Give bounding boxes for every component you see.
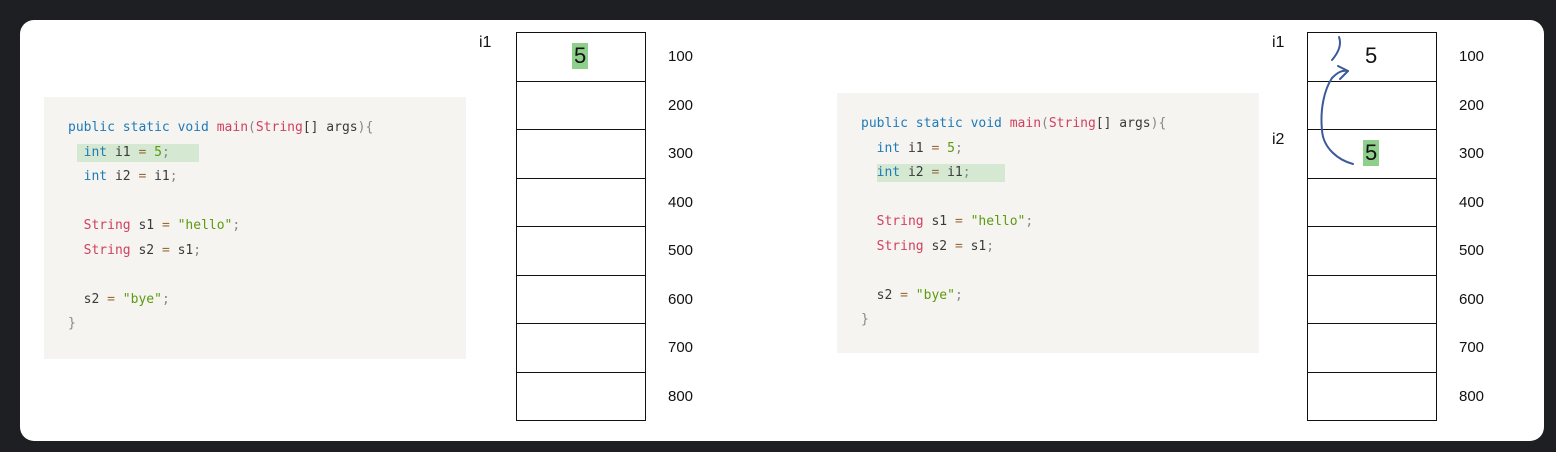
code-token: } (861, 312, 869, 327)
code-token: s1 (931, 214, 955, 229)
code-token: ; (232, 218, 241, 233)
code-token: String (68, 242, 139, 258)
code-token: public static void (861, 116, 1010, 131)
code-token: int (861, 165, 908, 180)
code-token: i1 (947, 165, 963, 180)
code-token: int (861, 140, 908, 156)
code-token: = (900, 287, 916, 303)
code-token: [] args (1095, 116, 1151, 131)
code-token: i2 (114, 169, 139, 184)
code-token: } (68, 316, 76, 331)
code-token: s2 (68, 291, 108, 307)
code-token: String (1048, 116, 1096, 131)
code-token: int (68, 169, 115, 184)
code-token: "bye" (122, 291, 162, 307)
code-token: ; (193, 242, 202, 258)
code-token: i1 (114, 144, 139, 160)
diagram-card: public static void main(String[] args){ … (20, 20, 1544, 441)
code-token: ( (1041, 116, 1049, 131)
code-token: = (161, 218, 178, 233)
code-token: s1 (970, 238, 987, 254)
code-token: ; (161, 291, 170, 307)
code-token: ; (954, 140, 963, 156)
code-token: = (931, 165, 948, 180)
code-token: = (138, 144, 155, 160)
code-token: ){ (357, 120, 374, 135)
code-token: i1 (154, 169, 170, 184)
code-token: main (1009, 116, 1042, 131)
copy-arrow (1320, 36, 1354, 165)
code-token: ; (169, 169, 178, 184)
code-token: "hello" (970, 214, 1026, 229)
code-token: s1 (177, 242, 194, 258)
code-token: s2 (931, 238, 955, 254)
code-token: 5 (154, 144, 162, 160)
code-token: = (138, 169, 155, 184)
copy-arrow-tail (1331, 36, 1342, 61)
code-token: "bye" (915, 287, 955, 303)
code-token: ; (986, 238, 995, 254)
code-token: = (161, 242, 178, 258)
code-token: public static void (68, 120, 217, 135)
code-token: s2 (861, 287, 901, 303)
code-token: ; (962, 165, 971, 180)
code-token: ; (954, 287, 963, 303)
code-token: i2 (907, 165, 932, 180)
code-token: s2 (138, 242, 162, 258)
code-token: String (861, 214, 932, 229)
code-token: ){ (1150, 116, 1167, 131)
code-token: = (954, 214, 971, 229)
code-token: String (68, 218, 139, 233)
code-token: i1 (907, 140, 932, 156)
code-token: int (68, 144, 115, 160)
code-token: ( (248, 120, 256, 135)
code-token: 5 (947, 140, 955, 156)
copy-arrow-path (1320, 69, 1354, 165)
code-token: "hello" (177, 218, 233, 233)
code-token: [] args (302, 120, 358, 135)
code-token: s1 (138, 218, 162, 233)
code-token: = (107, 291, 123, 307)
code-token: ; (1025, 214, 1034, 229)
code-token: = (954, 238, 971, 254)
code-token: String (255, 120, 303, 135)
code-token: = (931, 140, 948, 156)
code-token: ; (161, 144, 170, 160)
code-token: main (216, 120, 249, 135)
code-token: String (861, 238, 932, 254)
